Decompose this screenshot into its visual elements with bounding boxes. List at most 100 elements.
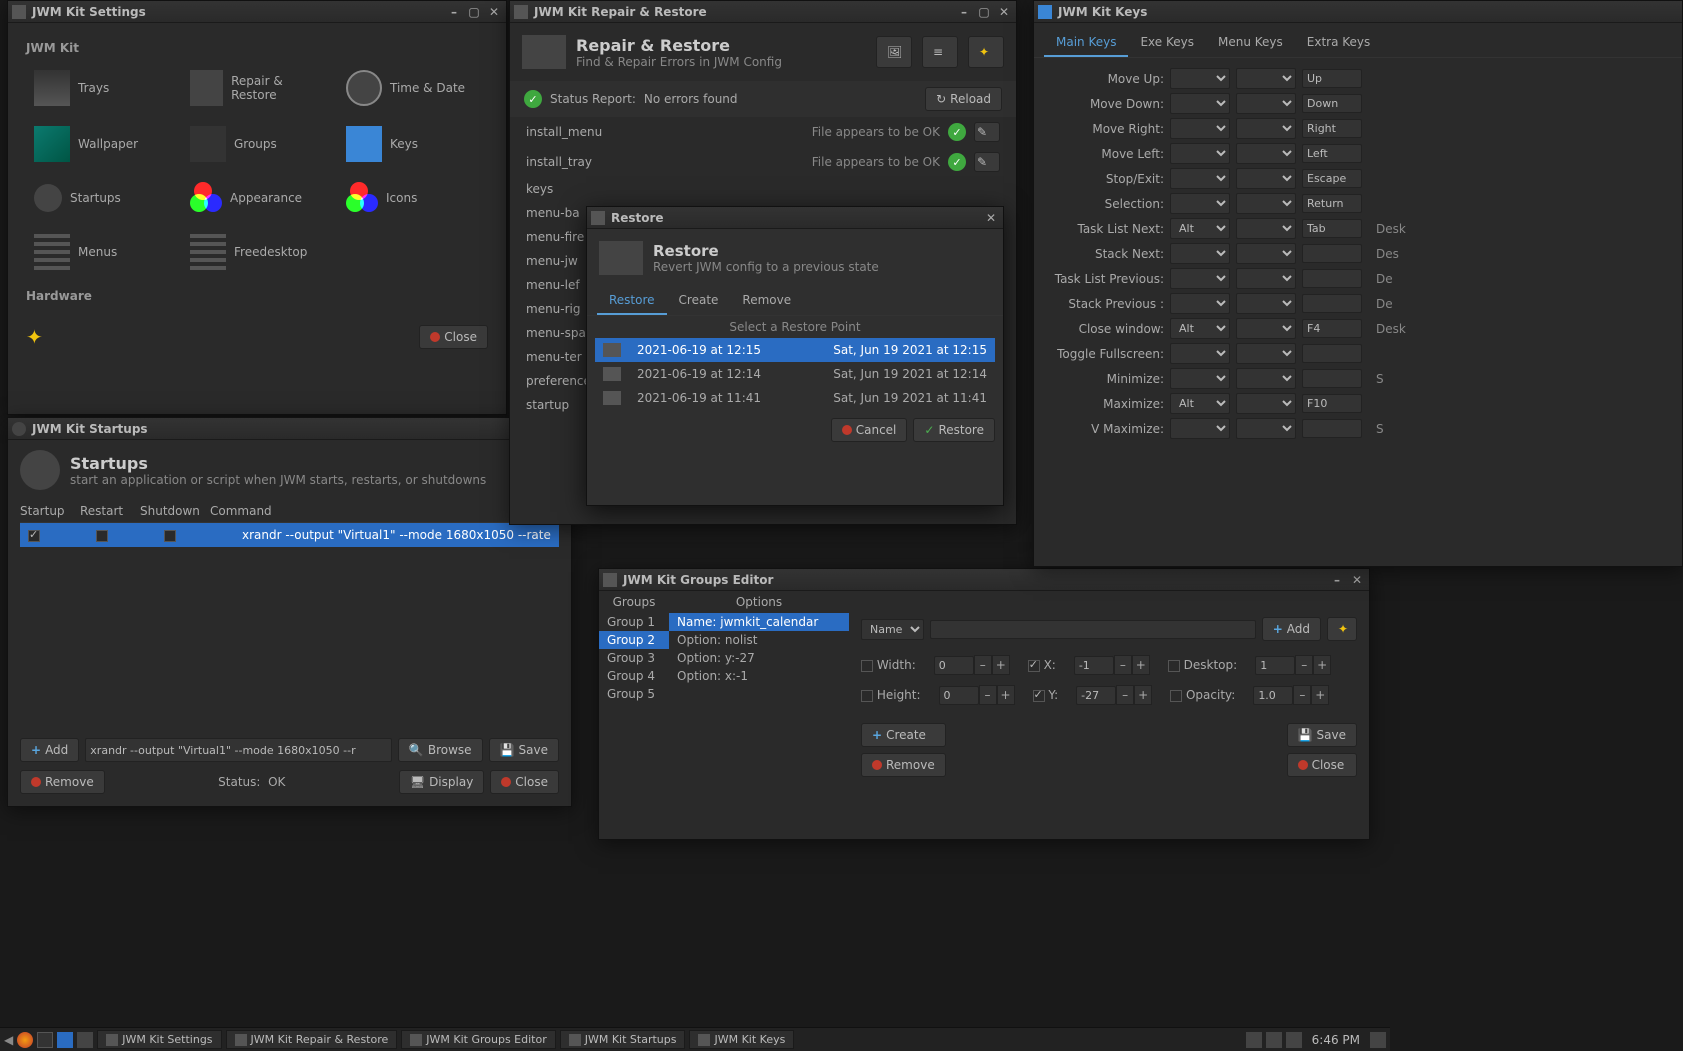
create-button[interactable]: +Create [861, 723, 946, 747]
modifier-select[interactable] [1170, 68, 1230, 89]
settings-item-icons[interactable]: Icons [338, 177, 488, 219]
modifier-select[interactable] [1236, 343, 1296, 364]
restore-titlebar[interactable]: Restore ✕ [587, 207, 1003, 229]
taskbar-item[interactable]: JWM Kit Keys [689, 1030, 794, 1049]
remove-button[interactable]: Remove [861, 753, 946, 777]
shutdown-checkbox[interactable] [164, 530, 176, 542]
reload-button[interactable]: ↻ Reload [925, 87, 1002, 111]
modifier-select[interactable] [1170, 343, 1230, 364]
startup-row[interactable]: xrandr --output "Virtual1" --mode 1680x1… [20, 523, 559, 547]
modifier-select[interactable] [1170, 418, 1230, 439]
star-icon[interactable]: ✦ [26, 325, 43, 349]
tray-icon[interactable] [1266, 1032, 1282, 1048]
modifier-select[interactable] [1236, 318, 1296, 339]
minimize-icon[interactable]: – [446, 4, 462, 20]
key-input[interactable] [1302, 319, 1362, 338]
modifier-select[interactable] [1236, 143, 1296, 164]
modifier-select[interactable] [1236, 168, 1296, 189]
settings-item-menus[interactable]: Menus [26, 229, 176, 275]
modifier-select[interactable] [1170, 368, 1230, 389]
settings-item-time[interactable]: Time & Date [338, 65, 488, 111]
tab-restore[interactable]: Restore [597, 287, 667, 315]
startup-checkbox[interactable] [28, 530, 40, 542]
group-item[interactable]: Group 2 [599, 631, 669, 649]
key-input[interactable] [1302, 119, 1362, 138]
settings-item-keys[interactable]: Keys [338, 121, 488, 167]
key-input[interactable] [1302, 69, 1362, 88]
minimize-icon[interactable]: – [956, 4, 972, 20]
modifier-select[interactable] [1236, 68, 1296, 89]
tab-extra-keys[interactable]: Extra Keys [1295, 29, 1383, 57]
modifier-select[interactable] [1236, 218, 1296, 239]
key-input[interactable] [1302, 94, 1362, 113]
launcher-icon[interactable]: ◀ [4, 1033, 13, 1047]
groups-titlebar[interactable]: JWM Kit Groups Editor – ✕ [599, 569, 1369, 591]
settings-item-groups[interactable]: Groups [182, 121, 332, 167]
key-input[interactable] [1302, 244, 1362, 263]
close-icon[interactable]: ✕ [996, 4, 1012, 20]
close-button[interactable]: Close [419, 325, 488, 349]
modifier-select[interactable] [1170, 143, 1230, 164]
modifier-select[interactable] [1236, 418, 1296, 439]
tab-exe-keys[interactable]: Exe Keys [1128, 29, 1206, 57]
taskbar-item[interactable]: JWM Kit Startups [560, 1030, 686, 1049]
add-button[interactable]: +Add [20, 738, 79, 762]
modifier-select[interactable] [1170, 293, 1230, 314]
modifier-select[interactable] [1236, 368, 1296, 389]
modifier-select[interactable] [1170, 243, 1230, 264]
group-item[interactable]: Group 1 [599, 613, 669, 631]
add-button[interactable]: +Add [1262, 617, 1321, 641]
option-item[interactable]: Name: jwmkit_calendar [669, 613, 849, 631]
close-icon[interactable]: ✕ [983, 210, 999, 226]
tab-menu-keys[interactable]: Menu Keys [1206, 29, 1295, 57]
opacity-input[interactable] [1253, 686, 1293, 705]
browse-button[interactable]: 🔍 Browse [398, 738, 483, 762]
modifier-select[interactable] [1170, 93, 1230, 114]
windows-icon[interactable] [77, 1032, 93, 1048]
modifier-select[interactable] [1236, 268, 1296, 289]
key-input[interactable] [1302, 144, 1362, 163]
modifier-select[interactable] [1170, 118, 1230, 139]
clock[interactable]: 6:46 PM [1306, 1033, 1366, 1047]
taskbar-item[interactable]: JWM Kit Groups Editor [401, 1030, 555, 1049]
terminal-icon[interactable] [37, 1032, 53, 1048]
startups-titlebar[interactable]: JWM Kit Startups [8, 418, 571, 440]
settings-titlebar[interactable]: JWM Kit Settings – ▢ ✕ [8, 1, 506, 23]
minimize-icon[interactable]: – [1329, 572, 1345, 588]
modifier-select[interactable]: Alt [1170, 318, 1230, 339]
taskbar-item[interactable]: JWM Kit Repair & Restore [226, 1030, 398, 1049]
key-input[interactable] [1302, 344, 1362, 363]
settings-item-freedesktop[interactable]: Freedesktop [182, 229, 332, 275]
modifier-select[interactable] [1236, 393, 1296, 414]
restore-point[interactable]: 2021-06-19 at 12:14Sat, Jun 19 2021 at 1… [595, 362, 995, 386]
modifier-select[interactable]: Alt [1170, 218, 1230, 239]
modifier-select[interactable]: Alt [1170, 393, 1230, 414]
close-icon[interactable]: ✕ [486, 4, 502, 20]
tab-create[interactable]: Create [667, 287, 731, 315]
cancel-button[interactable]: Cancel [831, 418, 908, 442]
command-input[interactable] [85, 738, 392, 762]
option-item[interactable]: Option: y:-27 [669, 649, 849, 667]
repair-titlebar[interactable]: JWM Kit Repair & Restore – ▢ ✕ [510, 1, 1016, 23]
key-input[interactable] [1302, 394, 1362, 413]
tray-icon[interactable] [1246, 1032, 1262, 1048]
settings-item-trays[interactable]: Trays [26, 65, 176, 111]
star-button[interactable]: ✦ [968, 36, 1004, 68]
key-input[interactable] [1302, 269, 1362, 288]
modifier-select[interactable] [1236, 193, 1296, 214]
key-input[interactable] [1302, 369, 1362, 388]
maximize-icon[interactable]: ▢ [976, 4, 992, 20]
close-icon[interactable]: ✕ [1349, 572, 1365, 588]
key-input[interactable] [1302, 169, 1362, 188]
repair-row[interactable]: install_menuFile appears to be OK✓✎ [518, 117, 1008, 147]
key-input[interactable] [1302, 294, 1362, 313]
name-select[interactable]: Name [861, 619, 924, 640]
modifier-select[interactable] [1170, 193, 1230, 214]
option-item[interactable]: Option: nolist [669, 631, 849, 649]
group-item[interactable]: Group 5 [599, 685, 669, 703]
settings-item-wallpaper[interactable]: Wallpaper [26, 121, 176, 167]
tray-icon[interactable] [1370, 1032, 1386, 1048]
modifier-select[interactable] [1170, 268, 1230, 289]
width-input[interactable] [934, 656, 974, 675]
x-input[interactable] [1074, 656, 1114, 675]
